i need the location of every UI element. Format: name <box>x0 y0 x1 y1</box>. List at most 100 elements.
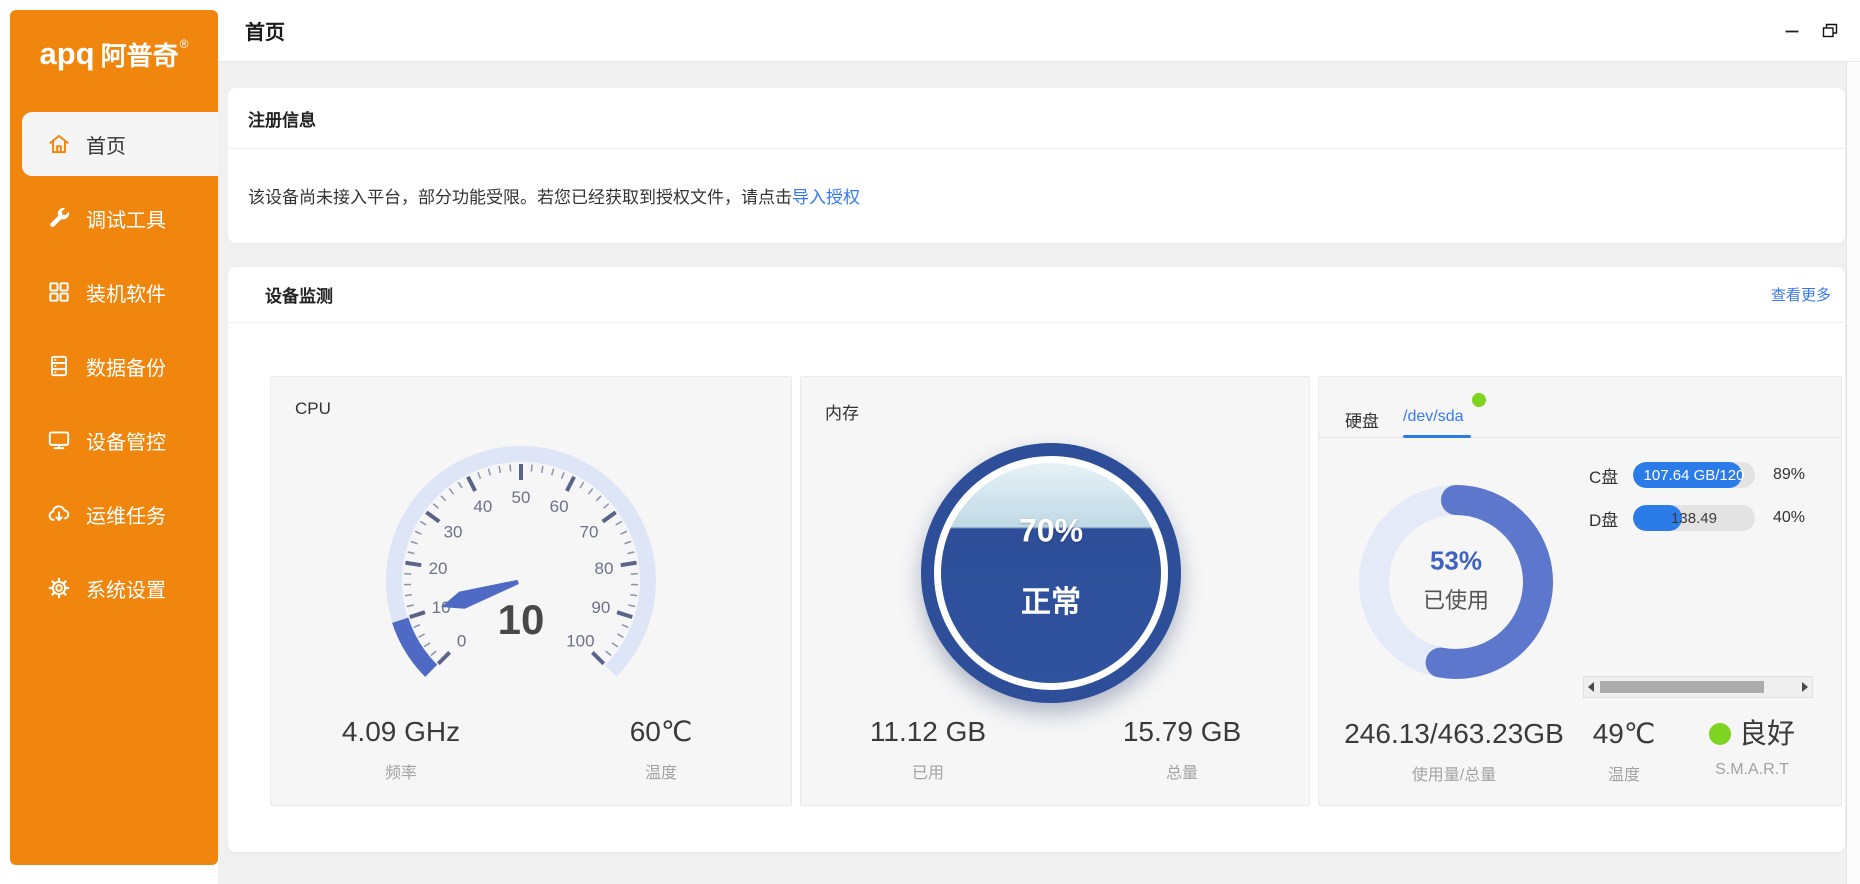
memory-used-stat: 11.12 GB 已用 <box>801 715 1055 783</box>
disk-used-percent-value: 53% <box>1341 546 1571 577</box>
disk-usage-stat: 246.13/463.23GB 使用量/总量 <box>1339 717 1569 785</box>
monitor-icon <box>46 427 72 453</box>
sidebar-item-label: 调试工具 <box>86 204 166 233</box>
vertical-scrollbar[interactable] <box>1846 62 1860 884</box>
monitoring-card-header: 设备监测 查看更多 <box>228 267 1845 322</box>
sidebar-item-label: 装机软件 <box>86 278 166 307</box>
sidebar-item-home[interactable]: 首页 <box>22 112 218 176</box>
memory-total-value: 15.79 GB <box>1055 715 1309 749</box>
sidebar-item-label: 首页 <box>86 130 126 159</box>
disk-temperature-label: 温度 <box>1569 761 1679 785</box>
sidebar-menu: 首页 调试工具 装机软件 <box>10 112 218 620</box>
gear-icon <box>46 575 72 601</box>
partition-d-bar-text: 138.49 <box>1633 505 1755 531</box>
cpu-frequency-label: 频率 <box>271 759 531 783</box>
sidebar-item-label: 数据备份 <box>86 352 166 381</box>
sidebar-item-backup[interactable]: 数据备份 <box>22 334 218 398</box>
minimize-button[interactable] <box>1778 17 1806 45</box>
device-monitoring-card: 设备监测 查看更多 CPU 010203040506070809010010 4… <box>228 267 1845 852</box>
smart-status-text: 良好 <box>1739 718 1795 749</box>
cpu-stats-row: 4.09 GHz 频率 60℃ 温度 <box>271 715 791 783</box>
svg-text:50: 50 <box>512 488 531 507</box>
partition-d-percent: 40% <box>1773 509 1805 527</box>
svg-text:60: 60 <box>550 497 569 516</box>
app-window: apq 阿普奇 ® 首页 调试工具 <box>0 0 1860 884</box>
disk-temperature-stat: 49℃ 温度 <box>1569 717 1679 785</box>
partition-d-name: D盘 <box>1589 506 1633 531</box>
disk-panel: 硬盘 /dev/sda 53% 已使用 C盘 107.64 GB/120 89%… <box>1318 376 1842 806</box>
logo-apq-text: apq <box>40 36 95 72</box>
scrollbar-track[interactable] <box>1598 677 1798 697</box>
scrollbar-thumb[interactable] <box>1600 681 1764 693</box>
page-title: 首页 <box>245 16 285 45</box>
registration-card-title: 注册信息 <box>228 88 1845 148</box>
view-more-link[interactable]: 查看更多 <box>1771 284 1831 305</box>
disk-device-tab[interactable]: /dev/sda <box>1403 408 1463 426</box>
registration-card: 注册信息 该设备尚未接入平台，部分功能受限。若您已经获取到授权文件，请点击 导入… <box>228 88 1845 243</box>
cpu-frequency-value: 4.09 GHz <box>271 715 531 749</box>
memory-liquid-chart: 70% 正常 <box>921 443 1181 703</box>
disk-panel-title: 硬盘 <box>1345 407 1379 432</box>
sidebar-item-settings[interactable]: 系统设置 <box>22 556 218 620</box>
disk-status-dot-icon <box>1472 393 1486 407</box>
memory-used-value: 11.12 GB <box>801 715 1055 749</box>
svg-text:10: 10 <box>432 598 451 617</box>
cpu-panel-title: CPU <box>295 399 331 419</box>
restore-button[interactable] <box>1816 17 1844 45</box>
svg-text:90: 90 <box>591 598 610 617</box>
partition-row-c: C盘 107.64 GB/120 89% <box>1589 461 1805 489</box>
scrollbar-left-arrow[interactable] <box>1584 677 1598 697</box>
disk-usage-donut-chart: 53% 已使用 <box>1341 467 1571 697</box>
memory-status-label: 正常 <box>941 577 1161 621</box>
registration-message: 该设备尚未接入平台，部分功能受限。若您已经获取到授权文件，请点击 导入授权 <box>228 149 1845 241</box>
disk-horizontal-scrollbar[interactable] <box>1583 676 1813 698</box>
home-icon <box>46 131 72 157</box>
disk-temperature-value: 49℃ <box>1569 717 1679 751</box>
logo-registered-mark: ® <box>180 37 189 51</box>
smart-status-dot-icon <box>1709 723 1731 745</box>
svg-text:80: 80 <box>595 559 614 578</box>
left-arrow-icon <box>1588 682 1594 692</box>
memory-used-label: 已用 <box>801 759 1055 783</box>
partition-c-percent: 89% <box>1773 466 1805 484</box>
partition-d-progress-bar: 138.49 <box>1633 505 1755 531</box>
cpu-temperature-stat: 60℃ 温度 <box>531 715 791 783</box>
memory-liquid-fill: 70% 正常 <box>941 463 1161 683</box>
scrollbar-right-arrow[interactable] <box>1798 677 1812 697</box>
disk-usage-label: 使用量/总量 <box>1339 761 1569 785</box>
page-header: 首页 <box>218 0 1860 62</box>
partition-c-name: C盘 <box>1589 463 1633 488</box>
disk-panel-header: 硬盘 /dev/sda <box>1319 377 1841 438</box>
memory-total-stat: 15.79 GB 总量 <box>1055 715 1309 783</box>
disk-used-label: 已使用 <box>1341 583 1571 615</box>
partition-row-d: D盘 138.49 40% <box>1589 504 1805 532</box>
svg-text:30: 30 <box>444 523 463 542</box>
cloud-task-icon <box>46 501 72 527</box>
svg-text:70: 70 <box>579 523 598 542</box>
monitoring-card-title: 设备监测 <box>265 282 333 307</box>
cpu-temperature-value: 60℃ <box>531 715 791 749</box>
partition-c-bar-text: 107.64 GB/120 <box>1633 462 1755 488</box>
svg-text:20: 20 <box>429 559 448 578</box>
sidebar-item-software[interactable]: 装机软件 <box>22 260 218 324</box>
backup-icon <box>46 353 72 379</box>
sidebar-item-device-control[interactable]: 设备管控 <box>22 408 218 472</box>
divider <box>228 322 1845 323</box>
sidebar-item-ops-tasks[interactable]: 运维任务 <box>22 482 218 546</box>
sidebar: apq 阿普奇 ® 首页 调试工具 <box>10 10 218 865</box>
disk-tab-underline <box>1403 435 1471 438</box>
disk-smart-stat: 良好 S.M.A.R.T <box>1687 717 1817 779</box>
partition-c-progress-bar: 107.64 GB/120 <box>1633 462 1755 488</box>
sidebar-item-label: 运维任务 <box>86 500 166 529</box>
sidebar-item-debug-tools[interactable]: 调试工具 <box>22 186 218 250</box>
right-arrow-icon <box>1802 682 1808 692</box>
disk-smart-value: 良好 <box>1687 717 1817 751</box>
memory-total-label: 总量 <box>1055 759 1309 783</box>
import-license-link[interactable]: 导入授权 <box>792 183 860 208</box>
memory-panel-title: 内存 <box>825 399 859 424</box>
logo-brand-text: 阿普奇 <box>101 36 179 73</box>
window-controls <box>1778 17 1844 45</box>
svg-text:100: 100 <box>566 631 594 650</box>
restore-icon <box>1820 21 1840 41</box>
disk-donut-svg <box>1341 467 1571 697</box>
